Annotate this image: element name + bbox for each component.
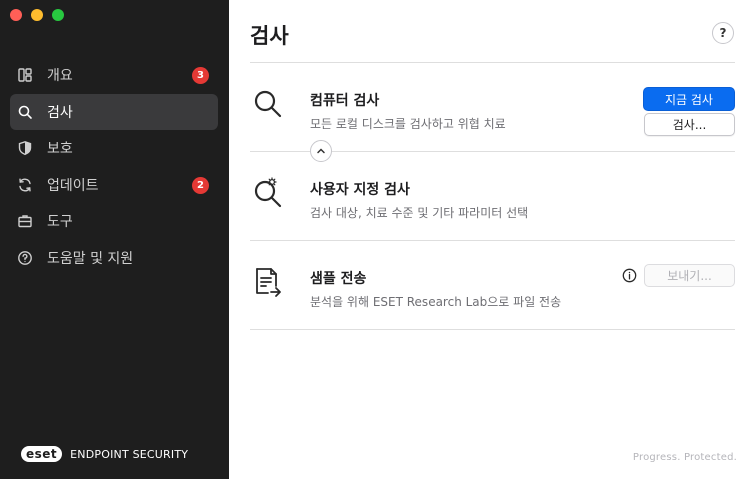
window-controls (10, 9, 64, 21)
help-circle-icon (17, 250, 33, 266)
refresh-icon (17, 177, 33, 193)
magnifier-icon (254, 90, 282, 118)
sample-submission-subtitle: 분석을 위해 ESET Research Lab으로 파일 전송 (310, 295, 562, 309)
custom-scan-subtitle: 검사 대상, 치료 수준 및 기타 파라미터 선택 (310, 206, 529, 220)
maximize-window-button[interactable] (52, 9, 64, 21)
shield-icon (17, 140, 33, 156)
product-name: ENDPOINT SECURITY (70, 447, 189, 461)
search-icon (17, 104, 33, 120)
sidebar-item-label: 도움말 및 지원 (47, 250, 134, 267)
dashboard-icon (17, 67, 33, 83)
sidebar-item-label: 보호 (47, 141, 73, 157)
custom-scan-row: 사용자 지정 검사 검사 대상, 치료 수준 및 기타 파라미터 선택 (250, 152, 735, 240)
app-window: 개요 3 검사 보호 업데이트 2 도구 도움말 및 지원 eset ENDPO… (0, 0, 756, 479)
footer-tagline: Progress. Protected. (632, 452, 737, 463)
sidebar-item-tools[interactable]: 도구 (10, 203, 218, 239)
computer-scan-title: 컴퓨터 검사 (310, 93, 380, 109)
scan-now-button[interactable]: 지금 검사 (643, 87, 735, 111)
submit-sample-button: 보내기... (644, 264, 735, 287)
help-button[interactable]: ? (712, 22, 734, 44)
minimize-window-button[interactable] (31, 9, 43, 21)
sidebar-item-label: 도구 (47, 214, 73, 230)
page-title: 검사 (250, 24, 289, 48)
sidebar-item-update[interactable]: 업데이트 2 (10, 167, 218, 203)
sidebar-item-overview[interactable]: 개요 3 (10, 57, 218, 93)
close-window-button[interactable] (10, 9, 22, 21)
sidebar-item-label: 업데이트 (47, 177, 99, 194)
sidebar-item-scan[interactable]: 검사 (10, 93, 218, 130)
custom-scan-title: 사용자 지정 검사 (310, 182, 410, 198)
sidebar-item-help[interactable]: 도움말 및 지원 (10, 240, 218, 276)
computer-scan-subtitle: 모든 로컬 디스크를 검사하고 위협 치료 (310, 117, 506, 131)
sidebar-item-label: 개요 (47, 68, 73, 84)
notification-badge: 2 (192, 176, 209, 194)
notification-badge: 3 (192, 67, 209, 84)
eset-logo-mark: eset (21, 446, 63, 462)
sidebar-item-protection[interactable]: 보호 (10, 130, 218, 166)
document-send-icon (256, 268, 281, 297)
briefcase-icon (17, 213, 33, 229)
eset-logo: eset ENDPOINT SECURITY (21, 446, 188, 462)
divider (250, 329, 735, 330)
main-content: 검사 ? 컴퓨터 검사 모든 로컬 디스크를 검사하고 위협 치료 지금 검사 … (229, 0, 756, 479)
sample-submission-title: 샘플 전송 (310, 271, 367, 287)
sidebar: 개요 3 검사 보호 업데이트 2 도구 도움말 및 지원 eset ENDPO… (0, 0, 229, 479)
sidebar-nav: 개요 3 검사 보호 업데이트 2 도구 도움말 및 지원 (10, 57, 218, 276)
sidebar-item-label: 검사 (47, 104, 73, 121)
custom-scan-button[interactable]: 검사... (644, 113, 735, 136)
info-icon[interactable] (622, 268, 637, 283)
custom-scan-icon (254, 177, 282, 208)
computer-scan-row: 컴퓨터 검사 모든 로컬 디스크를 검사하고 위협 치료 지금 검사 (250, 63, 735, 151)
